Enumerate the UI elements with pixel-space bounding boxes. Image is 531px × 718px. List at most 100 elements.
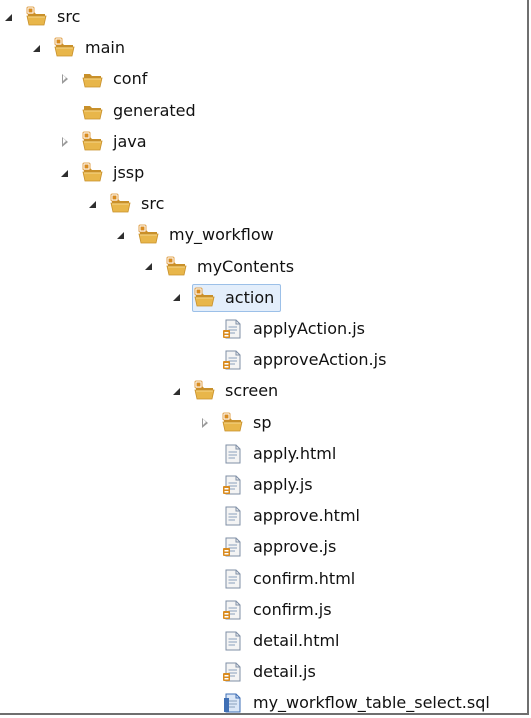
javascript-file-icon <box>222 474 244 496</box>
tree-item-label: detail.html <box>253 631 340 650</box>
package-folder-icon <box>26 6 48 28</box>
javascript-file-icon <box>222 536 244 558</box>
tree-item-approve-js[interactable]: approve.js <box>198 532 343 562</box>
tree-item-label: detail.js <box>253 662 316 682</box>
tree-item-java[interactable]: java <box>58 127 154 157</box>
collapsed-arrow-icon[interactable] <box>58 64 72 94</box>
javascript-file-icon <box>222 599 244 621</box>
tree-item-main[interactable]: main <box>30 33 132 63</box>
tree-item-sp[interactable]: sp <box>198 408 279 438</box>
tree-item-detail-html[interactable]: detail.html <box>198 626 347 656</box>
expanded-arrow-icon[interactable] <box>30 33 44 63</box>
tree-item-label: src <box>57 7 81 26</box>
tree-item-content[interactable]: confirm.js <box>220 596 339 624</box>
tree-item-jssp[interactable]: jssp <box>58 158 151 188</box>
tree-item-action[interactable]: action <box>170 283 282 313</box>
tree-item-label: generated <box>113 100 196 120</box>
tree-item-content[interactable]: detail.js <box>220 658 323 686</box>
package-folder-icon <box>222 412 244 434</box>
tree-item-content[interactable]: java <box>80 128 154 156</box>
tree-item-my-workflow-table-select-sql[interactable]: my_workflow_table_select.sql <box>198 688 497 718</box>
tree-item-my-workflow[interactable]: my_workflow <box>114 220 281 250</box>
tree-item-label: approve.js <box>253 537 337 557</box>
tree-item-content[interactable]: main <box>52 34 132 62</box>
tree-item-content[interactable]: my_workflow_table_select.sql <box>220 689 497 717</box>
html-file-icon <box>222 630 244 652</box>
tree-item-label: main <box>85 38 125 58</box>
tree-item-label: approveAction.js <box>253 350 387 370</box>
tree-item-label: sp <box>253 412 272 432</box>
tree-item-content[interactable]: approve.js <box>220 533 343 561</box>
tree-item-content[interactable]: detail.html <box>220 627 347 655</box>
tree-item-src[interactable]: src <box>86 189 171 219</box>
package-folder-icon <box>54 37 76 59</box>
tree-item-content[interactable]: apply.js <box>220 471 320 499</box>
html-file-icon <box>222 505 244 527</box>
expanded-arrow-icon[interactable] <box>2 2 16 32</box>
tree-item-content[interactable]: myContents <box>164 253 301 281</box>
expanded-arrow-icon[interactable] <box>114 220 128 250</box>
tree-item-label: conf <box>113 69 148 89</box>
tree-item-content[interactable]: conf <box>80 65 154 93</box>
tree-item-label: java <box>113 131 147 151</box>
tree-item-apply-js[interactable]: apply.js <box>198 470 320 500</box>
expanded-arrow-icon[interactable] <box>142 252 156 282</box>
tree-item-content[interactable]: generated <box>80 97 203 125</box>
tree-item-content[interactable]: my_workflow <box>136 221 281 249</box>
package-folder-icon <box>82 162 104 184</box>
expanded-arrow-icon[interactable] <box>58 158 72 188</box>
package-folder-icon <box>166 256 188 278</box>
tree-item-confirm-html[interactable]: confirm.html <box>198 564 362 594</box>
expanded-arrow-icon[interactable] <box>170 376 184 406</box>
tree-item-label: myContents <box>197 256 295 276</box>
tree-item-content[interactable]: applyAction.js <box>220 315 372 343</box>
tree-item-content[interactable]: src <box>108 190 171 218</box>
tree-item-content[interactable]: src <box>24 3 87 31</box>
expanded-arrow-icon[interactable] <box>170 283 184 313</box>
tree-item-mycontents[interactable]: myContents <box>142 252 301 282</box>
tree-item-content[interactable]: approve.html <box>220 502 367 530</box>
tree-item-content[interactable]: action <box>192 283 282 312</box>
tree-item-label: screen <box>225 381 279 401</box>
expanded-arrow-icon[interactable] <box>86 189 100 219</box>
tree-item-label: my_workflow <box>169 225 274 245</box>
tree-item-content[interactable]: approveAction.js <box>220 346 393 374</box>
tree-item-src[interactable]: src <box>2 2 87 32</box>
javascript-file-icon <box>222 661 244 683</box>
tree-item-conf[interactable]: conf <box>58 64 154 94</box>
package-folder-icon <box>110 193 132 215</box>
tree-item-screen[interactable]: screen <box>170 376 285 406</box>
tree-item-applyaction-js[interactable]: applyAction.js <box>198 314 372 344</box>
tree-item-label: my_workflow_table_select.sql <box>253 693 490 713</box>
tree-item-confirm-js[interactable]: confirm.js <box>198 595 339 625</box>
tree-item-content[interactable]: sp <box>220 409 279 437</box>
folder-icon <box>82 68 104 90</box>
tree-item-label: apply.js <box>253 475 313 494</box>
sql-file-icon <box>222 692 244 714</box>
javascript-file-icon <box>222 349 244 371</box>
tree-item-generated[interactable]: generated <box>58 96 203 126</box>
project-tree: src main conf generated java jssp src my… <box>0 0 527 713</box>
tree-item-label: src <box>141 194 165 214</box>
package-folder-icon <box>194 287 216 309</box>
tree-item-content[interactable]: screen <box>192 377 285 405</box>
collapsed-arrow-icon[interactable] <box>198 408 212 438</box>
tree-item-content[interactable]: jssp <box>80 159 151 187</box>
collapsed-arrow-icon[interactable] <box>58 127 72 157</box>
tree-item-approve-html[interactable]: approve.html <box>198 501 367 531</box>
tree-item-detail-js[interactable]: detail.js <box>198 657 323 687</box>
tree-item-content[interactable]: apply.html <box>220 440 343 468</box>
tree-item-label: action <box>225 287 275 307</box>
tree-item-approveaction-js[interactable]: approveAction.js <box>198 345 393 375</box>
html-file-icon <box>222 443 244 465</box>
tree-item-content[interactable]: confirm.html <box>220 565 362 593</box>
tree-item-label: confirm.html <box>253 568 356 588</box>
tree-item-apply-html[interactable]: apply.html <box>198 439 343 469</box>
